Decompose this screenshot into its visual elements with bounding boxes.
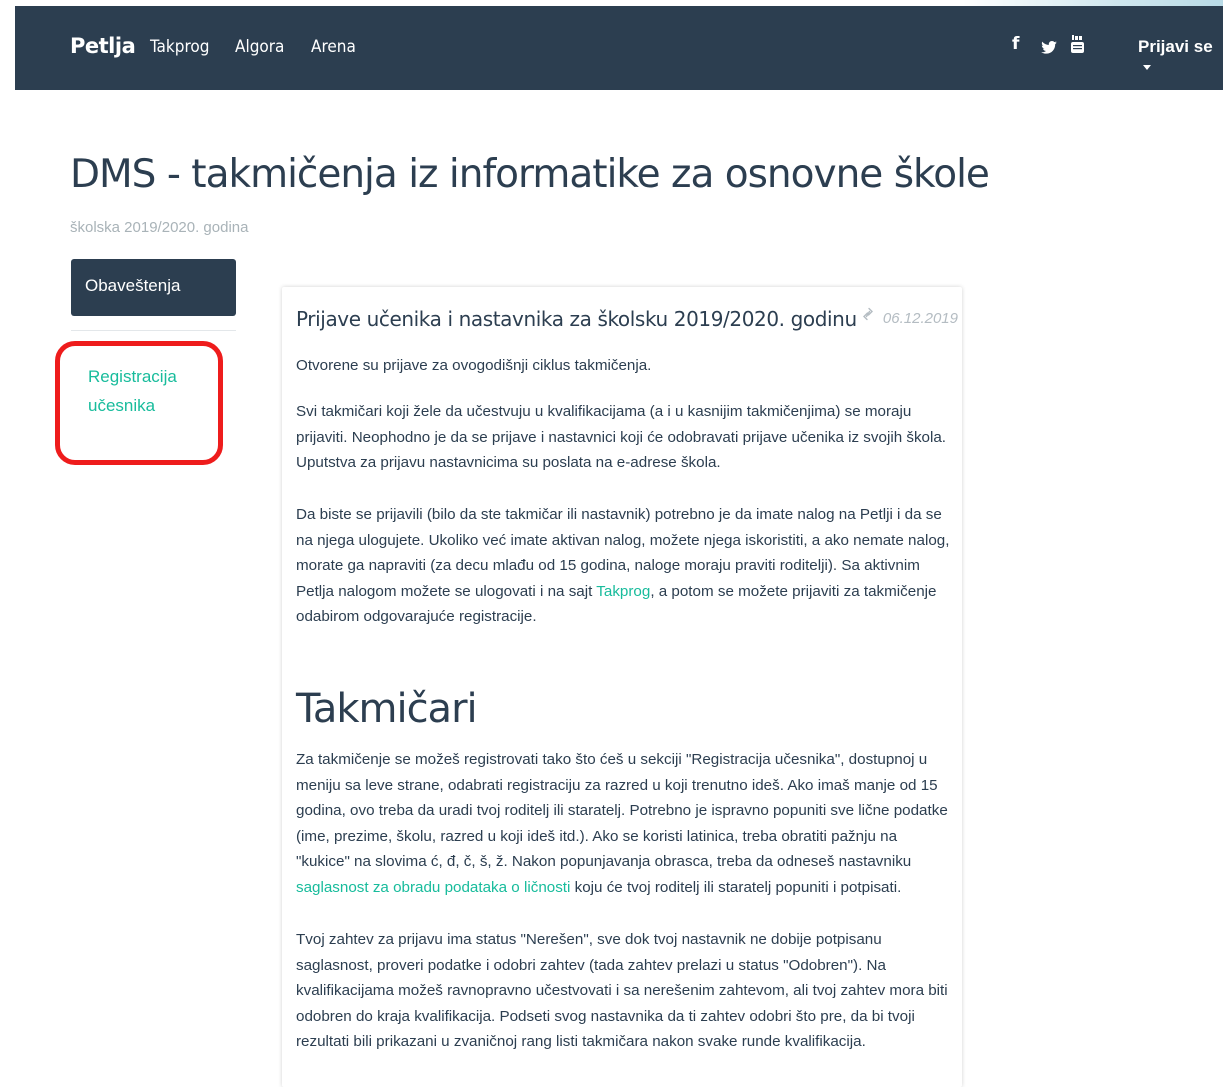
paragraph-status: Tvoj zahtev za prijavu ima status "Nereš… [296, 931, 948, 1051]
youtube-icon[interactable] [1071, 35, 1084, 58]
section-heading-takmicari: Takmičari [296, 686, 478, 732]
takprog-link[interactable]: Takprog [596, 583, 650, 600]
sidebar-item-obavestenja[interactable]: Obaveštenja [71, 259, 236, 316]
nav-link-algora[interactable]: Algora [235, 37, 284, 57]
paragraph-competitors: Za takmičenje se možeš registrovati tako… [296, 747, 951, 901]
login-label: Prijavi se [1138, 37, 1213, 56]
post-card: Prijave učenika i nastavnika za školsku … [282, 287, 962, 1087]
post-title: Prijave učenika i nastavnika za školsku … [296, 307, 874, 331]
post-title-text[interactable]: Prijave učenika i nastavnika za školsku … [296, 307, 857, 331]
sidebar-divider [71, 330, 236, 331]
paragraph-account: Da biste se prijavili (bilo da ste takmi… [296, 502, 951, 630]
navbar: Petlja Takprog Algora Arena f Prijavi se [15, 6, 1223, 90]
twitter-icon[interactable] [1041, 39, 1057, 59]
annotation-highlight [55, 341, 223, 465]
paragraph-intro: Otvorene su prijave za ovogodišnji ciklu… [296, 357, 652, 374]
twitter-bird-glyph [1041, 41, 1057, 54]
link-glyph [862, 307, 873, 321]
link-icon[interactable] [862, 302, 874, 326]
page-title: DMS - takmičenja iz informatike za osnov… [70, 152, 990, 197]
nav-link-arena[interactable]: Arena [311, 37, 356, 57]
chevron-down-icon [1143, 65, 1151, 71]
post-date: 06.12.2019 [882, 310, 958, 327]
paragraph-competitors-text-1: Za takmičenje se možeš registrovati tako… [296, 751, 948, 871]
login-dropdown[interactable]: Prijavi se [1138, 37, 1223, 77]
brand-logo[interactable]: Petlja [70, 34, 136, 58]
youtube-glyph [1071, 35, 1084, 53]
nav-link-takprog[interactable]: Takprog [150, 37, 209, 57]
page-subtitle: školska 2019/2020. godina [70, 219, 249, 236]
paragraph-competitors-text-2: koju će tvoj roditelj ili staratelj popu… [570, 878, 902, 896]
paragraph-registration: Svi takmičari koji žele da učestvuju u k… [296, 403, 947, 472]
consent-link[interactable]: saglasnost za obradu podataka o ličnosti [296, 879, 570, 896]
facebook-icon[interactable]: f [1012, 34, 1019, 54]
